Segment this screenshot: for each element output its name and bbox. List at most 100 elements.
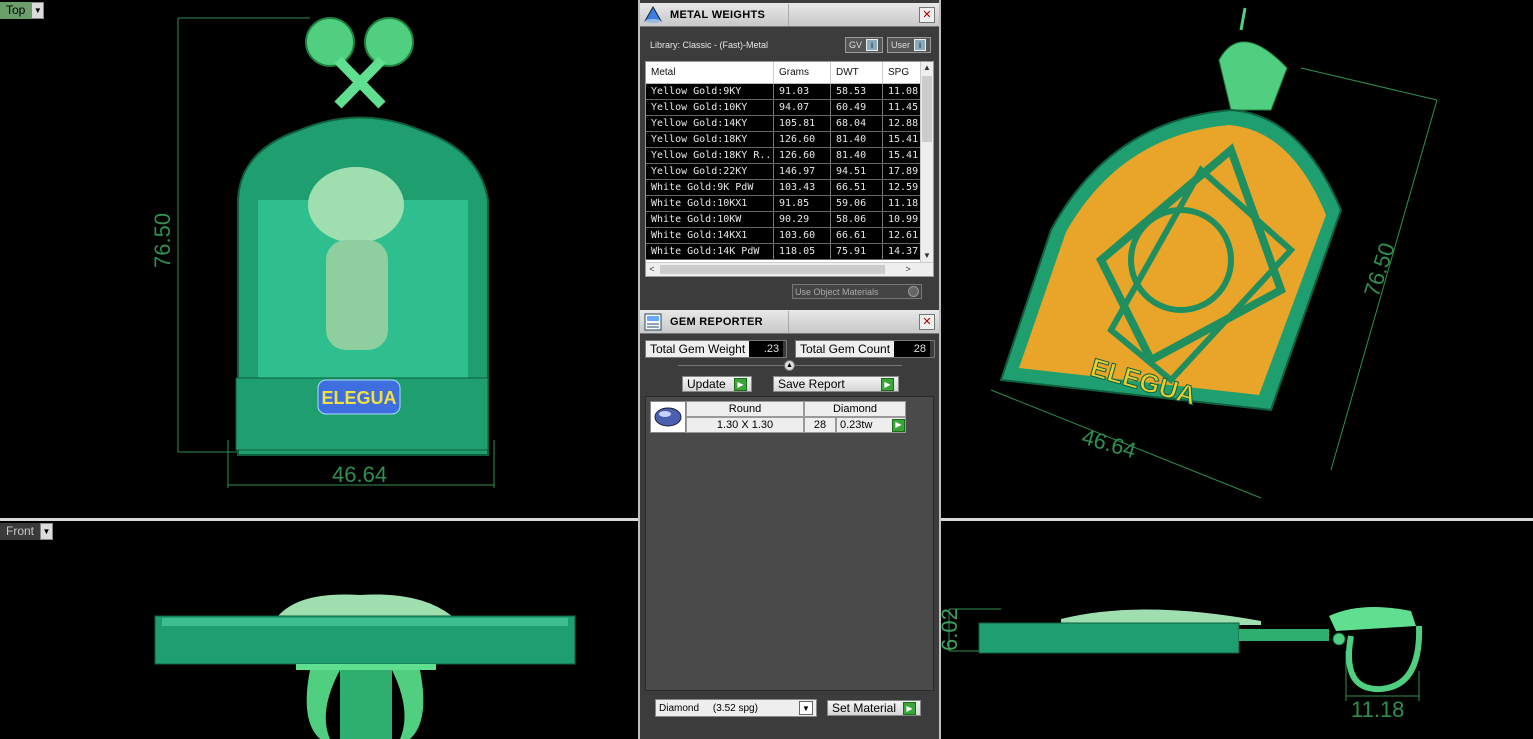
table-cell: 103.60 xyxy=(774,228,831,243)
table-row[interactable]: Yellow Gold:18KY 126.60 81.40 15.41 xyxy=(646,132,933,148)
front-view-model xyxy=(154,594,576,739)
table-cell: 14.37 xyxy=(883,244,921,259)
scroll-down-icon[interactable]: ▼ xyxy=(921,250,933,262)
panel-column: METAL WEIGHTS ✕ Library: Classic - (Fast… xyxy=(638,0,941,739)
vertical-scrollbar[interactable]: ▲ ▼ xyxy=(920,62,933,262)
metal-weights-titlebar[interactable]: METAL WEIGHTS ✕ xyxy=(640,3,939,27)
table-cell: 15.41 xyxy=(883,132,921,147)
table-cell: 146.97 xyxy=(774,164,831,179)
table-cell: 59.06 xyxy=(831,196,883,211)
table-cell: 90.29 xyxy=(774,212,831,227)
close-icon[interactable]: ✕ xyxy=(919,313,935,330)
gem-list[interactable]: Round Diamond 1.30 X 1.30 28 0.23tw ▶ xyxy=(645,396,934,691)
scroll-thumb[interactable] xyxy=(922,76,932,142)
table-cell: 11.08 xyxy=(883,84,921,99)
table-cell: Yellow Gold:18KY R... xyxy=(646,148,774,163)
gem-count: 28 xyxy=(804,417,836,433)
table-cell: Yellow Gold:14KY xyxy=(646,116,774,131)
gem-shape: Round xyxy=(686,401,804,417)
table-cell: Yellow Gold:18KY xyxy=(646,132,774,147)
table-cell: 17.89 xyxy=(883,164,921,179)
report-icon xyxy=(641,311,665,333)
chevron-down-icon[interactable]: ▼ xyxy=(799,701,813,715)
table-cell: 91.03 xyxy=(774,84,831,99)
material-select[interactable]: Diamond (3.52 spg) ▼ xyxy=(655,699,817,717)
gv-toggle[interactable]: GV i xyxy=(845,37,883,53)
collapse-knob-icon[interactable]: ▲ xyxy=(784,360,795,371)
gem-weight-cell[interactable]: 0.23tw ▶ xyxy=(836,417,906,433)
pyramid-icon xyxy=(641,4,665,26)
info-icon: i xyxy=(914,39,927,51)
metal-weights-table[interactable]: Metal Grams DWT SPG Yellow Gold:9KY 91.03… xyxy=(645,61,934,277)
column-header-grams[interactable]: Grams xyxy=(774,62,831,83)
table-row[interactable]: White Gold:14K PdW 118.05 75.91 14.37 xyxy=(646,244,933,260)
table-row[interactable]: White Gold:9K PdW 103.43 66.51 12.59 xyxy=(646,180,933,196)
table-cell: 11.18 xyxy=(883,196,921,211)
dim-height: 76.50 xyxy=(150,212,175,268)
total-gem-count-field: Total Gem Count 28 xyxy=(795,340,935,358)
table-cell: 94.51 xyxy=(831,164,883,179)
dim-bail-width: 11.18 xyxy=(1351,697,1405,722)
close-icon[interactable]: ✕ xyxy=(919,6,935,23)
table-cell: 58.06 xyxy=(831,212,883,227)
pendant-label-text: ELEGUA xyxy=(321,388,396,408)
table-cell: 126.60 xyxy=(774,148,831,163)
metal-weights-title: METAL WEIGHTS xyxy=(670,8,766,21)
play-icon: ▶ xyxy=(903,701,916,715)
table-cell: 105.81 xyxy=(774,116,831,131)
table-cell: 66.51 xyxy=(831,180,883,195)
set-material-button[interactable]: Set Material ▶ xyxy=(827,700,921,716)
table-cell: 12.59 xyxy=(883,180,921,195)
user-toggle[interactable]: User i xyxy=(887,37,931,53)
gem-reporter-titlebar[interactable]: GEM REPORTER ✕ xyxy=(640,310,939,334)
table-cell: Yellow Gold:9KY xyxy=(646,84,774,99)
horizontal-scrollbar[interactable]: < > xyxy=(646,262,933,276)
table-cell: White Gold:10KX1 xyxy=(646,196,774,211)
column-header-dwt[interactable]: DWT xyxy=(831,62,883,83)
chevron-down-icon[interactable]: ▼ xyxy=(40,523,54,540)
table-cell: 91.85 xyxy=(774,196,831,211)
table-cell: 12.88 xyxy=(883,116,921,131)
perspective-view-model: ELEGUA xyxy=(990,7,1438,499)
table-cell: White Gold:9K PdW xyxy=(646,180,774,195)
dim-width: 46.64 xyxy=(332,462,388,487)
table-row[interactable]: Yellow Gold:18KY R... 126.60 81.40 15.41 xyxy=(646,148,933,164)
column-header-metal[interactable]: Metal xyxy=(646,62,774,83)
table-row[interactable]: Yellow Gold:10KY 94.07 60.49 11.45 xyxy=(646,100,933,116)
table-cell: 66.61 xyxy=(831,228,883,243)
scroll-left-icon[interactable]: < xyxy=(646,263,658,276)
gem-material: Diamond xyxy=(804,401,906,417)
scroll-up-icon[interactable]: ▲ xyxy=(921,62,933,74)
scroll-right-icon[interactable]: > xyxy=(902,263,914,276)
use-object-materials-toggle[interactable]: Use Object Materials xyxy=(792,284,922,299)
toggle-knob-icon xyxy=(908,286,919,297)
table-row[interactable]: Yellow Gold:14KY 105.81 68.04 12.88 xyxy=(646,116,933,132)
viewport-front[interactable]: Front ▼ xyxy=(0,521,638,739)
viewport-top[interactable]: ELEGUA 76.50 46.64 Top ▼ xyxy=(0,0,638,518)
table-cell: White Gold:10KW xyxy=(646,212,774,227)
save-report-button[interactable]: Save Report ▶ xyxy=(773,376,899,392)
table-cell: 68.04 xyxy=(831,116,883,131)
gem-reporter-title: GEM REPORTER xyxy=(670,315,763,328)
table-cell: 81.40 xyxy=(831,132,883,147)
viewport-front-label[interactable]: Front ▼ xyxy=(0,523,54,540)
table-row[interactable]: White Gold:14KX1 103.60 66.61 12.61 xyxy=(646,228,933,244)
viewport-top-label[interactable]: Top ▼ xyxy=(0,2,45,19)
update-button[interactable]: Update ▶ xyxy=(682,376,752,392)
table-cell: 103.43 xyxy=(774,180,831,195)
table-row[interactable]: Yellow Gold:9KY 91.03 58.53 11.08 xyxy=(646,84,933,100)
viewport-perspective[interactable]: ELEGUA 76.50 46.64 xyxy=(941,0,1533,518)
table-row[interactable]: White Gold:10KW 90.29 58.06 10.99 xyxy=(646,212,933,228)
gem-row[interactable]: Round Diamond 1.30 X 1.30 28 0.23tw ▶ xyxy=(650,401,906,433)
play-icon[interactable]: ▶ xyxy=(892,418,905,432)
scroll-thumb[interactable] xyxy=(660,265,885,274)
column-header-spg[interactable]: SPG xyxy=(883,62,921,83)
play-icon: ▶ xyxy=(734,377,747,391)
table-row[interactable]: White Gold:10KX1 91.85 59.06 11.18 xyxy=(646,196,933,212)
table-cell: 58.53 xyxy=(831,84,883,99)
chevron-down-icon[interactable]: ▼ xyxy=(31,2,45,19)
table-cell: White Gold:14K PdW xyxy=(646,244,774,259)
viewport-right[interactable]: 6.02 11.18 xyxy=(941,521,1533,739)
table-row[interactable]: Yellow Gold:22KY 146.97 94.51 17.89 xyxy=(646,164,933,180)
table-cell: 126.60 xyxy=(774,132,831,147)
